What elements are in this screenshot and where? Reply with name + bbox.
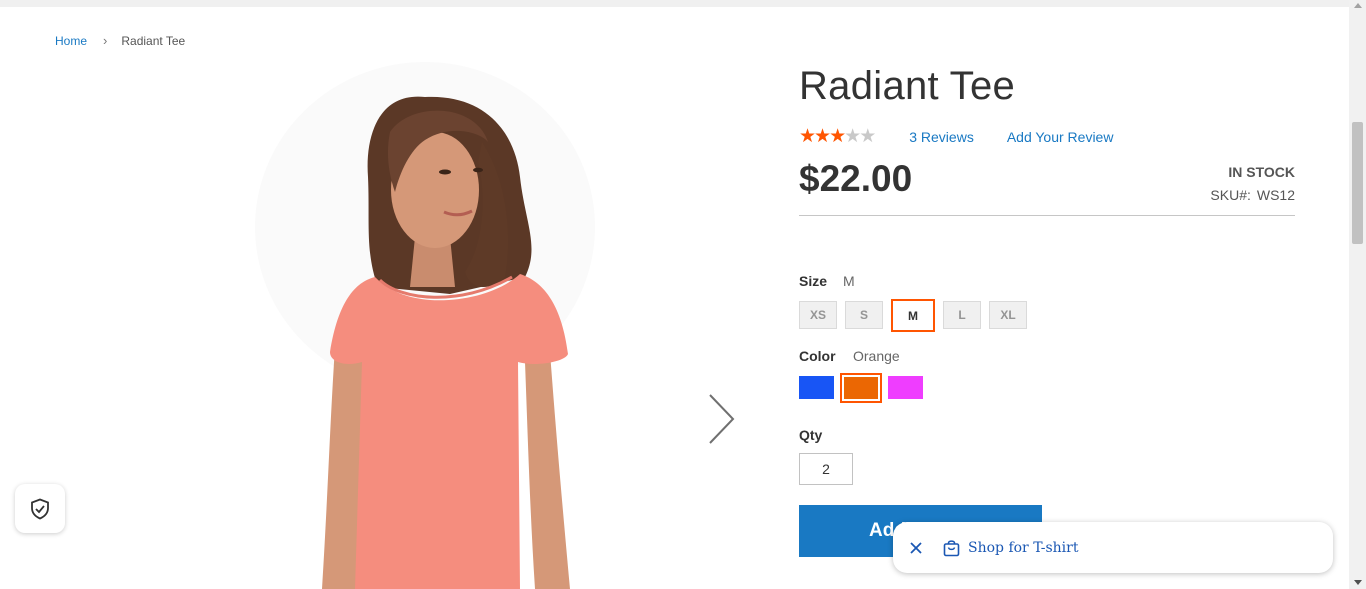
product-title: Radiant Tee	[799, 64, 1016, 108]
size-option-l[interactable]: L	[943, 301, 981, 329]
stock-status: IN STOCK	[1228, 164, 1295, 180]
close-icon[interactable]	[909, 541, 923, 555]
shield-check-icon[interactable]	[15, 484, 65, 533]
scroll-thumb[interactable]	[1352, 122, 1363, 244]
product-price: $22.00	[799, 158, 913, 199]
scroll-down-icon[interactable]	[1354, 580, 1362, 585]
breadcrumb-current: Radiant Tee	[121, 33, 186, 48]
product-rating: ★★★★★ 3 Reviews Add Your Review	[799, 127, 1113, 146]
size-option-m[interactable]: M	[891, 299, 935, 332]
breadcrumb: Home › Radiant Tee	[55, 33, 185, 48]
breadcrumb-separator-icon: ›	[103, 33, 108, 48]
product-image[interactable]	[250, 62, 610, 589]
size-options: XS S M L XL	[799, 299, 1027, 332]
model-illustration	[322, 96, 570, 589]
sku-value: WS12	[1256, 187, 1295, 203]
reviews-link[interactable]: 3 Reviews	[909, 129, 974, 145]
color-swatch-purple[interactable]	[888, 376, 923, 399]
size-option-s[interactable]: S	[845, 301, 883, 329]
info-divider	[799, 215, 1295, 216]
shop-suggestion-link[interactable]: Shop for T-shirt	[968, 540, 1078, 556]
color-swatch-blue[interactable]	[799, 376, 834, 399]
color-swatch-orange[interactable]	[840, 372, 882, 403]
size-option-xl[interactable]: XL	[989, 301, 1027, 329]
shop-suggestion-popup: Shop for T-shirt	[893, 522, 1333, 573]
scroll-up-icon[interactable]	[1354, 3, 1362, 8]
add-review-link[interactable]: Add Your Review	[1007, 129, 1114, 145]
qty-label: Qty	[799, 427, 823, 443]
gallery-next-icon[interactable]	[706, 393, 736, 450]
size-option-xs[interactable]: XS	[799, 301, 837, 329]
color-options	[799, 372, 923, 403]
color-label: Color	[799, 348, 836, 364]
vertical-scrollbar[interactable]	[1349, 0, 1366, 589]
breadcrumb-home-link[interactable]: Home	[55, 34, 87, 48]
rating-stars-icon: ★★★★★	[799, 126, 876, 147]
size-label: Size	[799, 273, 828, 289]
sku-label: SKU#:	[1210, 187, 1251, 203]
qty-input[interactable]	[799, 453, 853, 485]
top-strip	[0, 0, 1349, 7]
color-selected-value: Orange	[853, 348, 900, 364]
product-sku: SKU#: WS12	[1210, 187, 1295, 203]
shopping-bag-icon	[943, 539, 960, 556]
size-selected-value: M	[843, 273, 855, 289]
